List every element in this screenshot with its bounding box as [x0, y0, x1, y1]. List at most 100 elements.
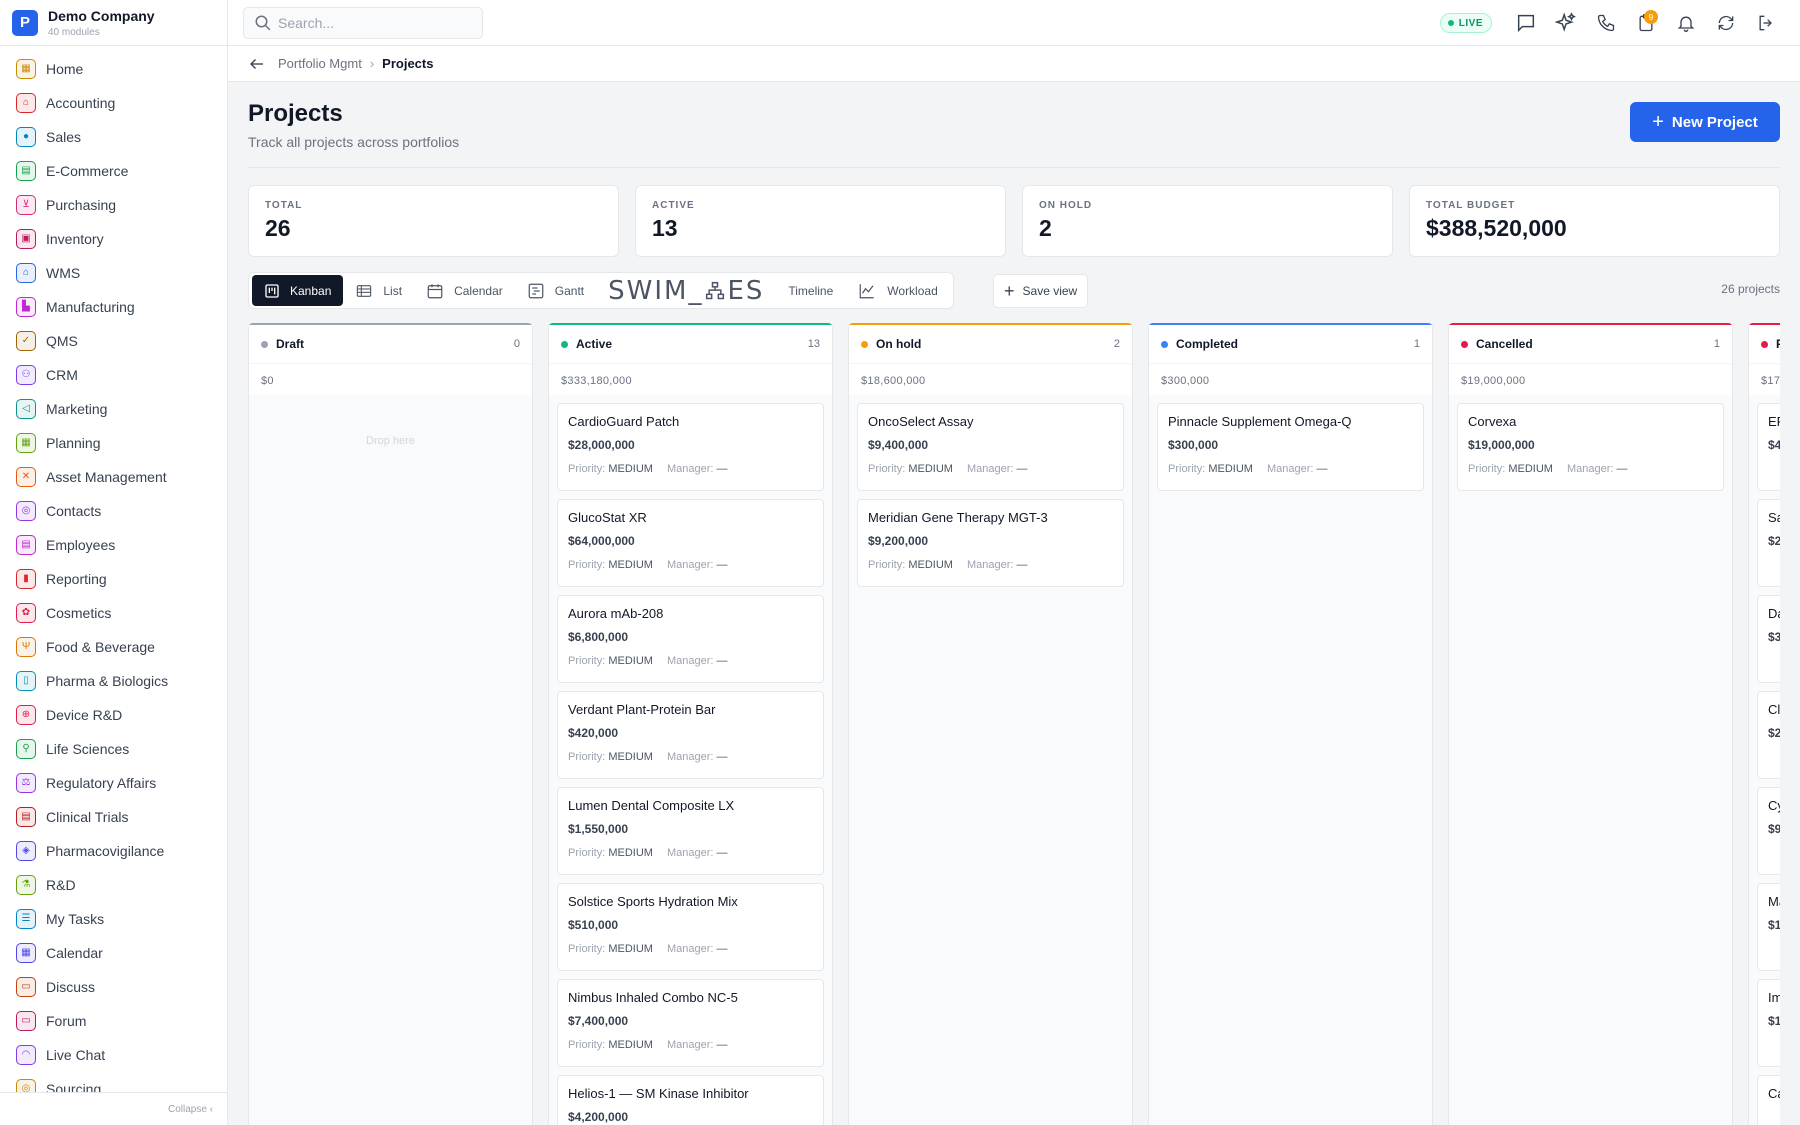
tab-gantt[interactable]: Gantt	[515, 275, 596, 306]
project-card[interactable]: Helios-1 — SM Kinase Inhibitor $4,200,000…	[557, 1075, 824, 1125]
brand-header[interactable]: P Demo Company 40 modules	[0, 0, 227, 46]
cart-icon: ⊻	[16, 195, 36, 215]
column-cards	[249, 447, 532, 455]
project-card[interactable]: Da $3	[1757, 595, 1780, 683]
sidebar-item-live-chat[interactable]: ◠ Live Chat	[0, 1038, 227, 1072]
sidebar-item-food-and-beverage[interactable]: Ψ Food & Beverage	[0, 630, 227, 664]
sidebar-item-asset-management[interactable]: ✕ Asset Management	[0, 460, 227, 494]
save-view-button[interactable]: + Save view	[993, 274, 1089, 308]
project-meta: Priority: MEDIUM Manager: —	[1168, 463, 1413, 475]
column-budget: $0	[249, 364, 532, 395]
breadcrumb-parent-link[interactable]: Portfolio Mgmt	[278, 56, 362, 71]
tab-swimlanes[interactable]: SWIM_ ES	[596, 275, 776, 306]
search-box[interactable]	[243, 7, 483, 39]
sidebar-item-calendar[interactable]: ▦ Calendar	[0, 936, 227, 970]
project-card[interactable]: Im $1	[1757, 979, 1780, 1067]
project-card[interactable]: Ma $1	[1757, 883, 1780, 971]
sidebar-item-qms[interactable]: ✓ QMS	[0, 324, 227, 358]
sidebar-item-pharma-and-biologics[interactable]: ▯ Pharma & Biologics	[0, 664, 227, 698]
sidebar-item-planning[interactable]: ▦ Planning	[0, 426, 227, 460]
phone-icon[interactable]	[1586, 0, 1626, 46]
project-card[interactable]: Cy $9	[1757, 787, 1780, 875]
project-card[interactable]: Lumen Dental Composite LX $1,550,000 Prior…	[557, 787, 824, 875]
project-card[interactable]: Aurora mAb-208 $6,800,000 Priority: MEDIUM…	[557, 595, 824, 683]
project-card[interactable]: Solstice Sports Hydration Mix $510,000 Pri…	[557, 883, 824, 971]
project-name: Pinnacle Supplement Omega-Q	[1168, 414, 1352, 429]
sidebar-item-device-randd[interactable]: ⊕ Device R&D	[0, 698, 227, 732]
sidebar-item-manufacturing[interactable]: ▙ Manufacturing	[0, 290, 227, 324]
project-card[interactable]: Nimbus Inhaled Combo NC-5 $7,400,000 Prior…	[557, 979, 824, 1067]
stat-value: $388,520,000	[1426, 215, 1567, 241]
back-arrow-icon[interactable]	[248, 55, 266, 73]
sidebar-item-sales[interactable]: ● Sales	[0, 120, 227, 154]
project-card[interactable]: Sa $2	[1757, 499, 1780, 587]
sidebar-item-home[interactable]: ▦ Home	[0, 52, 227, 86]
cpu-icon: ⊕	[16, 705, 36, 725]
sidebar-item-my-tasks[interactable]: ☰ My Tasks	[0, 902, 227, 936]
sidebar-item-sourcing[interactable]: ◎ Sourcing	[0, 1072, 227, 1092]
manager-value: —	[716, 847, 728, 859]
checklist-icon: ☰	[16, 909, 36, 929]
sidebar-item-accounting[interactable]: ⌂ Accounting	[0, 86, 227, 120]
sidebar-item-label: Sales	[46, 129, 82, 145]
sidebar-item-pharmacovigilance[interactable]: ◈ Pharmacovigilance	[0, 834, 227, 868]
project-card[interactable]: CardioGuard Patch $28,000,000 Priority: ME…	[557, 403, 824, 491]
tab-calendar[interactable]: Calendar	[414, 275, 515, 306]
priority-value: MEDIUM	[608, 1039, 653, 1051]
sidebar-item-cosmetics[interactable]: ✿ Cosmetics	[0, 596, 227, 630]
live-dot	[1447, 20, 1454, 26]
project-card[interactable]: Verdant Plant-Protein Bar $420,000 Priorit…	[557, 691, 824, 779]
project-card[interactable]: GlucoStat XR $64,000,000 Priority: MEDIUM M…	[557, 499, 824, 587]
bell-icon[interactable]	[1666, 0, 1706, 46]
sidebar-item-forum[interactable]: ▭ Forum	[0, 1004, 227, 1038]
sidebar-item-crm[interactable]: ⚇ CRM	[0, 358, 227, 392]
utensils-icon: Ψ	[16, 637, 36, 657]
project-name: Sa	[1768, 510, 1780, 525]
tab-kanban[interactable]: Kanban	[252, 275, 344, 306]
search-input[interactable]	[278, 15, 468, 31]
project-budget: $9,200,000	[868, 534, 929, 548]
project-card[interactable]: ER $4	[1757, 403, 1780, 491]
column-title: On hold	[876, 337, 922, 351]
sidebar-item-reporting[interactable]: ▮ Reporting	[0, 562, 227, 596]
collapse-sidebar-button[interactable]: Collapse ‹	[0, 1092, 227, 1125]
drop-zone[interactable]: Drop here	[249, 435, 532, 447]
lotus-icon: ✿	[16, 603, 36, 623]
clipboard-icon[interactable]: 9	[1626, 0, 1666, 46]
sparkle-icon[interactable]	[1546, 0, 1586, 46]
sidebar-item-employees[interactable]: ▤ Employees	[0, 528, 227, 562]
sidebar-item-purchasing[interactable]: ⊻ Purchasing	[0, 188, 227, 222]
tab-list[interactable]: List	[343, 275, 414, 306]
sync-icon[interactable]	[1706, 0, 1746, 46]
sidebar-item-contacts[interactable]: ◎ Contacts	[0, 494, 227, 528]
sidebar-item-label: Employees	[46, 537, 116, 553]
project-budget: $9	[1768, 822, 1780, 836]
sidebar-item-e-commerce[interactable]: ▤ E-Commerce	[0, 154, 227, 188]
forum-icon: ▭	[16, 1011, 36, 1031]
project-card[interactable]: OncoSelect Assay $9,400,000 Priority: MEDI…	[857, 403, 1124, 491]
chat-icon[interactable]	[1506, 0, 1546, 46]
sidebar-item-life-sciences[interactable]: ⚲ Life Sciences	[0, 732, 227, 766]
project-card[interactable]: Pinnacle Supplement Omega-Q $300,000 Prior…	[1157, 403, 1424, 491]
sidebar-item-discuss[interactable]: ▭ Discuss	[0, 970, 227, 1004]
project-name: GlucoStat XR	[568, 510, 647, 525]
sidebar-item-label: Live Chat	[46, 1047, 106, 1063]
project-card[interactable]: Corvexa $19,000,000 Priority: MEDIUM Manage…	[1457, 403, 1724, 491]
project-card[interactable]: Cl $2	[1757, 691, 1780, 779]
tab-workload[interactable]: Workload	[845, 275, 949, 306]
sidebar-item-regulatory-affairs[interactable]: ⚖ Regulatory Affairs	[0, 766, 227, 800]
project-card[interactable]: Meridian Gene Therapy MGT-3 $9,200,000 Pri…	[857, 499, 1124, 587]
sidebar-item-clinical-trials[interactable]: ▤ Clinical Trials	[0, 800, 227, 834]
sidebar-item-marketing[interactable]: ◁ Marketing	[0, 392, 227, 426]
sidebar-item-wms[interactable]: ⌂ WMS	[0, 256, 227, 290]
sidebar-item-inventory[interactable]: ▣ Inventory	[0, 222, 227, 256]
priority-label: Priority:	[568, 1039, 606, 1051]
new-project-button[interactable]: + New Project	[1630, 102, 1780, 142]
project-meta: Priority: MEDIUM Manager: —	[568, 847, 813, 859]
logout-icon[interactable]	[1746, 0, 1786, 46]
kanban-column-draft: Draft 0 $0 Drop here	[248, 323, 533, 1125]
sidebar-item-randd[interactable]: ⚗ R&D	[0, 868, 227, 902]
tab-timeline[interactable]: Timeline	[776, 275, 845, 306]
company-name: Demo Company	[48, 7, 155, 24]
project-card[interactable]: Ca	[1757, 1075, 1780, 1125]
